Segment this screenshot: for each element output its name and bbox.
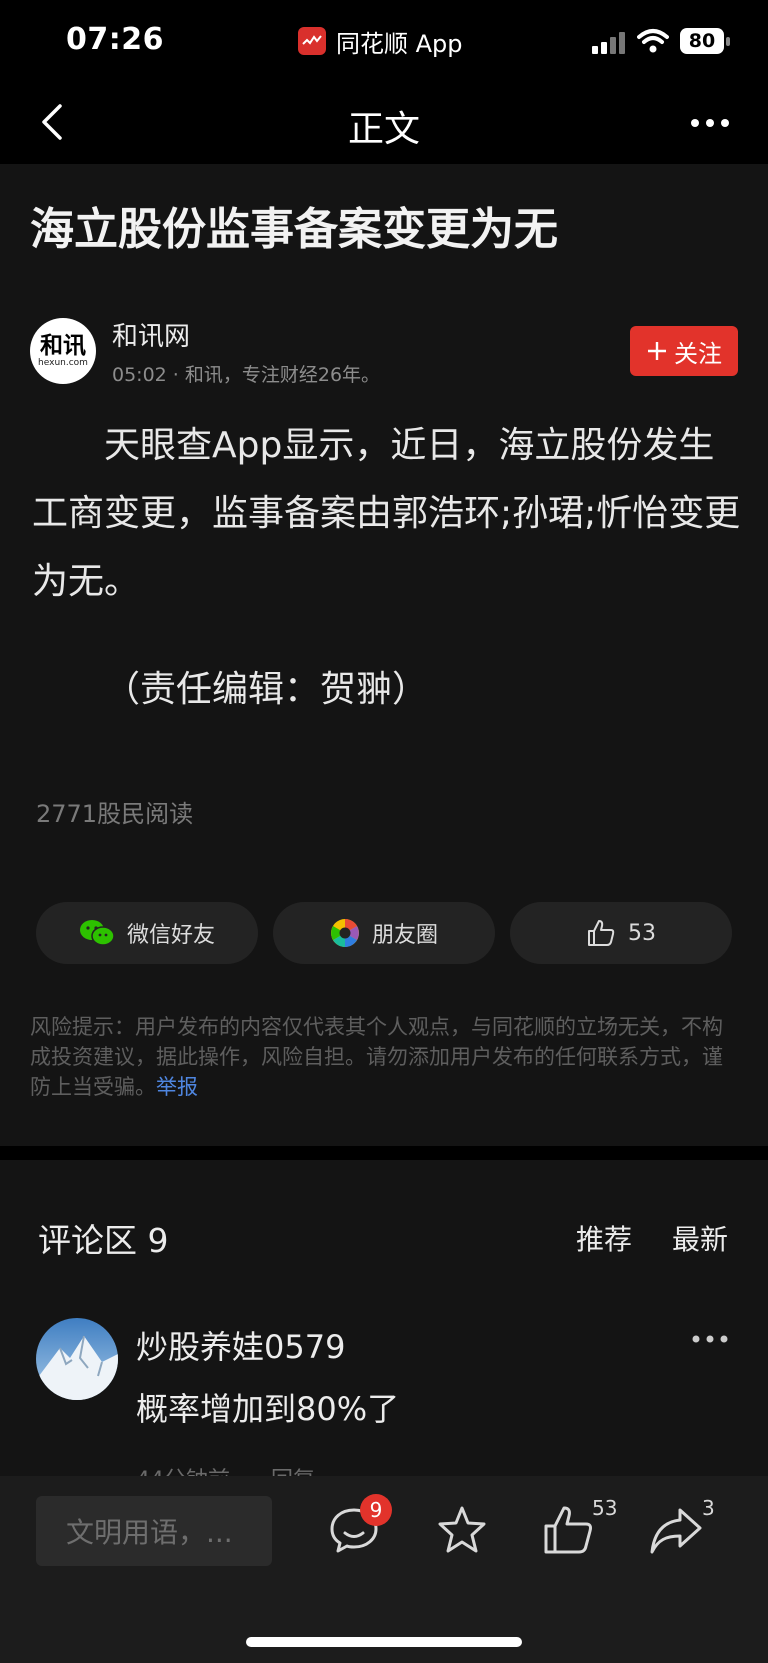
comment-text: 概率增加到80%了 xyxy=(136,1390,400,1428)
like-count: 53 xyxy=(628,920,656,946)
thumbs-up-icon[interactable] xyxy=(540,1502,596,1558)
bottom-like-count: 53 xyxy=(592,1496,618,1520)
comments-title: 评论区 9 xyxy=(38,1221,169,1260)
share-moments-label: 朋友圈 xyxy=(371,923,438,948)
source-name[interactable]: 和讯网 xyxy=(112,316,190,353)
wifi-icon xyxy=(637,29,669,53)
battery-indicator: 80 xyxy=(680,28,730,56)
share-icon[interactable] xyxy=(648,1502,704,1558)
share-wechat-label: 微信好友 xyxy=(126,923,215,948)
app-indicator[interactable]: 同花顺 App xyxy=(298,26,463,58)
cellular-signal-icon xyxy=(592,32,625,54)
bottom-share-count: 3 xyxy=(702,1496,715,1520)
follow-label: 关注 xyxy=(674,339,722,368)
plus-icon xyxy=(648,342,666,360)
app-indicator-label: 同花顺 App xyxy=(336,29,463,58)
sort-recommend-tab[interactable]: 推荐 xyxy=(576,1218,632,1258)
section-divider xyxy=(0,1146,768,1160)
like-button[interactable]: 53 xyxy=(510,902,732,964)
risk-text: 风险提示：用户发布的内容仅代表其个人观点，与同花顺的立场无关，不构成投资建议，据… xyxy=(30,1015,723,1099)
source-avatar[interactable]: 和讯 hexun.com xyxy=(30,318,96,384)
follow-button[interactable]: 关注 xyxy=(630,326,738,376)
home-indicator xyxy=(246,1637,522,1647)
comment-more-icon[interactable] xyxy=(692,1334,728,1344)
article-title: 海立股份监事备案变更为无 xyxy=(30,204,558,255)
thumbs-up-icon xyxy=(588,920,615,946)
share-wechat-button[interactable]: 微信好友 xyxy=(36,902,258,964)
more-dots-icon[interactable] xyxy=(690,118,730,128)
source-logo-text: 和讯 xyxy=(40,333,86,359)
wechat-icon xyxy=(79,920,115,946)
page-title: 正文 xyxy=(347,109,420,150)
star-icon[interactable] xyxy=(434,1502,490,1558)
moments-icon xyxy=(330,919,359,947)
article-container xyxy=(0,164,768,1146)
comment-avatar[interactable] xyxy=(36,1318,118,1400)
comment-input[interactable]: 文明用语，... xyxy=(36,1496,272,1566)
risk-notice: 风险提示：用户发布的内容仅代表其个人观点，与同花顺的立场无关，不构成投资建议，据… xyxy=(30,1012,742,1102)
source-logo-sub: hexun.com xyxy=(38,358,88,368)
share-moments-button[interactable]: 朋友圈 xyxy=(273,902,495,964)
comment-username[interactable]: 炒股养娃0579 xyxy=(136,1322,345,1368)
comment-count-badge: 9 xyxy=(360,1494,392,1526)
battery-nub xyxy=(726,37,730,46)
article-body: 天眼查App显示，近日，海立股份发生工商变更，监事备案由郭浩环;孙珺;忻怡变更为… xyxy=(32,425,741,602)
article-editor: （责任编辑：贺翀） xyxy=(104,669,429,710)
status-time: 07:26 xyxy=(66,22,164,57)
read-count: 2771股民阅读 xyxy=(36,800,194,828)
report-link[interactable]: 举报 xyxy=(156,1075,198,1099)
battery-level: 80 xyxy=(680,28,724,54)
article-meta: 05:02 · 和讯，专注财经26年。 xyxy=(112,364,381,386)
app-logo-icon xyxy=(298,27,326,55)
sort-latest-tab[interactable]: 最新 xyxy=(672,1218,728,1258)
